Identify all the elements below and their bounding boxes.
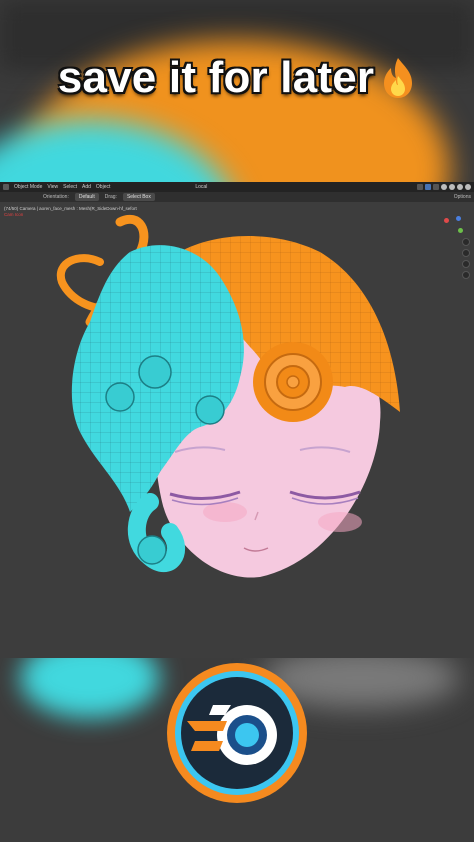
- fire-icon: [380, 56, 416, 100]
- caption-text: save it for later: [57, 53, 375, 102]
- blender-logo: [167, 663, 307, 803]
- blender-viewport[interactable]: Object Mode View Select Add Object Local…: [0, 182, 474, 658]
- blur-cyan-shape-bottom: [20, 658, 160, 718]
- character-head-model[interactable]: [0, 182, 474, 658]
- caption: save it for later: [0, 46, 474, 110]
- bottom-blurred-background: [0, 658, 474, 842]
